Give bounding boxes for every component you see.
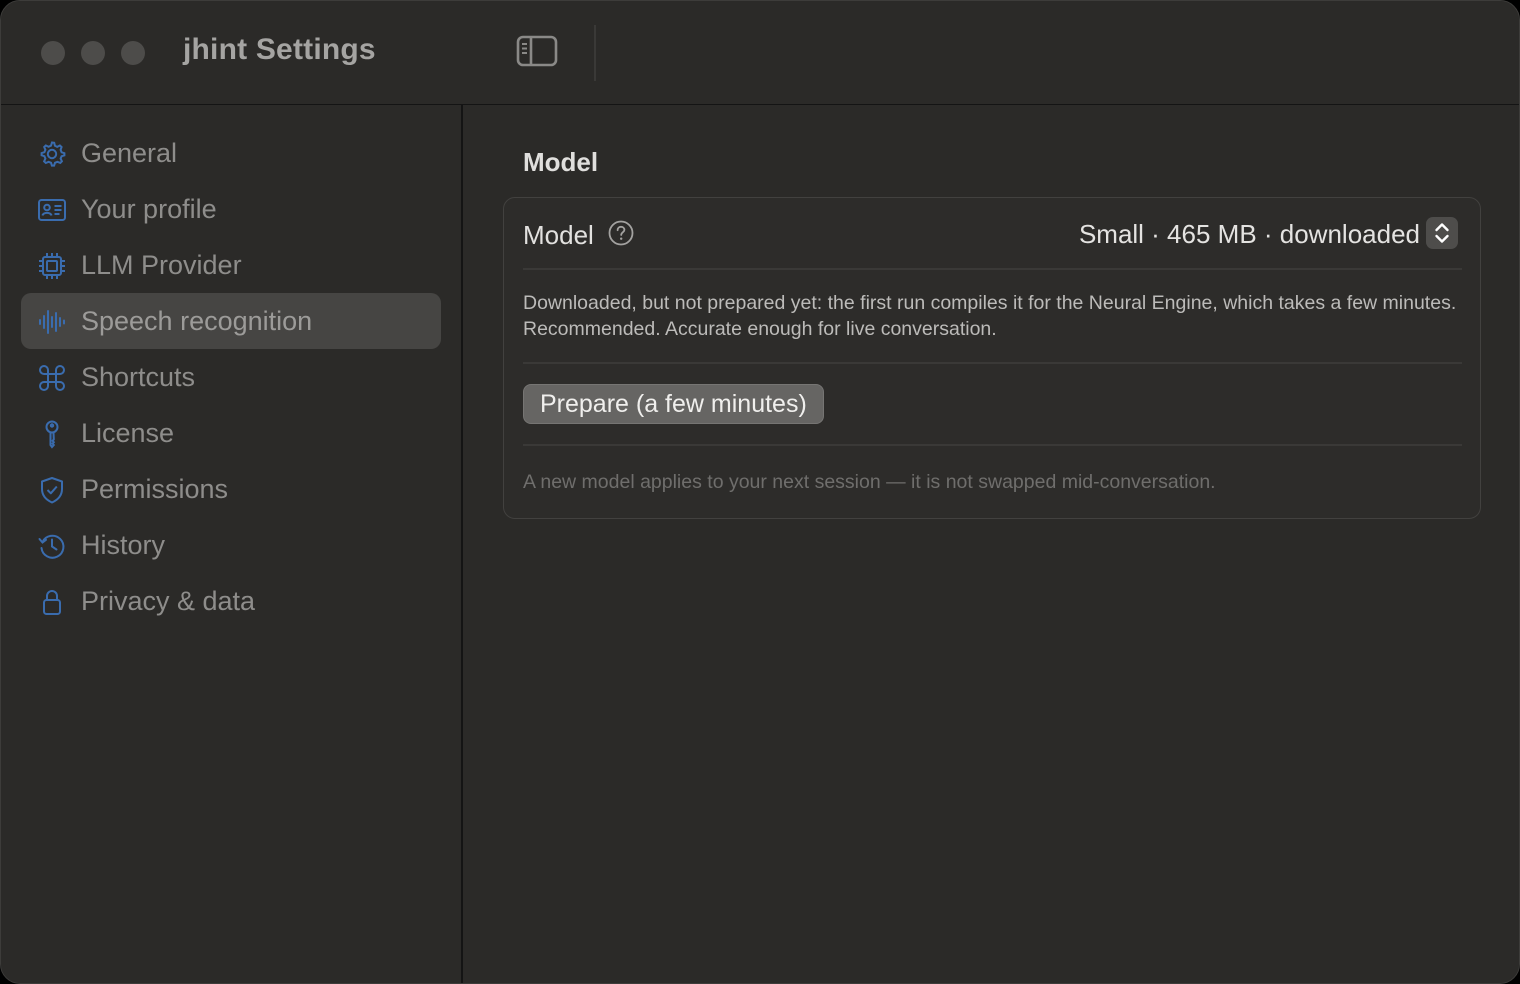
help-icon[interactable] (608, 220, 634, 246)
sidebar: General Your profile LLM Provider Speech… (1, 105, 463, 983)
model-select-stepper[interactable] (1426, 217, 1458, 249)
gear-icon (40, 141, 66, 167)
key-icon (45, 420, 59, 449)
sidebar-item-speech-recognition[interactable]: Speech recognition (21, 293, 441, 349)
sidebar-item-label: License (81, 418, 175, 448)
sidebar-item-license[interactable]: License (21, 405, 441, 461)
history-clock-icon (38, 534, 65, 559)
lock-icon (43, 590, 61, 615)
sidebar-item-label: Permissions (81, 474, 229, 504)
sidebar-item-shortcuts[interactable]: Shortcuts (21, 349, 441, 405)
close-window-button[interactable] (41, 41, 65, 65)
divider (523, 444, 1462, 446)
sidebar-item-label: Shortcuts (81, 362, 196, 392)
sidebar-item-label: Your profile (81, 194, 217, 224)
chevron-up-down-icon (1435, 223, 1449, 243)
model-status-description: Downloaded, but not prepared yet: the fi… (523, 292, 1457, 340)
sidebar-item-label: Speech recognition (81, 306, 313, 336)
sidebar-item-your-profile[interactable]: Your profile (21, 181, 441, 237)
sidebar-toggle-button[interactable] (515, 33, 559, 69)
chip-icon (39, 253, 65, 279)
model-select-value[interactable]: Small · 465 MB · downloaded (1079, 219, 1420, 250)
model-settings-card: Model Small · 465 MB · downloaded Downlo… (503, 197, 1481, 519)
section-title: Model (523, 147, 599, 177)
sidebar-item-permissions[interactable]: Permissions (21, 461, 441, 517)
zoom-window-button[interactable] (121, 41, 145, 65)
sidebar-item-label: LLM Provider (81, 250, 242, 280)
divider (523, 268, 1462, 270)
sidebar-item-general[interactable]: General (21, 125, 441, 181)
shield-check-icon (41, 477, 63, 504)
minimize-window-button[interactable] (81, 41, 105, 65)
sidebar-item-privacy-data[interactable]: Privacy & data (21, 573, 441, 629)
sidebar-toggle-icon (516, 35, 558, 67)
divider (523, 362, 1462, 364)
model-row-label: Model (523, 220, 594, 250)
main-content: Model Model Small · 465 MB · downloaded … (463, 105, 1519, 983)
window-title: jhint Settings (183, 33, 376, 66)
title-bar: jhint Settings (1, 1, 1519, 105)
sidebar-item-label: History (81, 530, 166, 560)
sidebar-item-llm-provider[interactable]: LLM Provider (21, 237, 441, 293)
waveform-icon (39, 310, 65, 334)
command-icon (39, 365, 65, 391)
id-card-icon (38, 199, 66, 221)
sidebar-item-history[interactable]: History (21, 517, 441, 573)
settings-window: jhint Settings General Your profile LLM … (0, 0, 1520, 984)
prepare-model-button[interactable]: Prepare (a few minutes) (523, 384, 824, 424)
model-note: A new model applies to your next session… (523, 471, 1216, 493)
toolbar-divider (594, 25, 596, 81)
sidebar-item-label: Privacy & data (81, 586, 256, 616)
sidebar-item-label: General (81, 138, 178, 168)
